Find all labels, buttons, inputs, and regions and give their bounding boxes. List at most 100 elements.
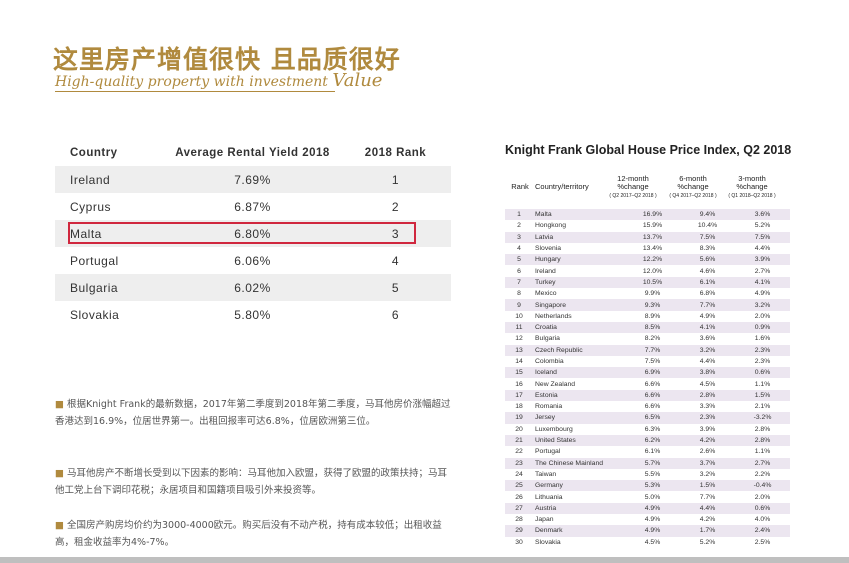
- kf-cell-3m: 2.1%: [754, 403, 771, 411]
- kf-cell-12m: 13.4%: [642, 245, 663, 253]
- kf-cell-6m: 6.8%: [699, 290, 716, 298]
- cell-country: Cyprus: [70, 199, 112, 214]
- header-yield: Average Rental Yield 2018: [175, 147, 330, 159]
- kf-cell-6m: 3.2%: [699, 346, 716, 354]
- table-row: 9 Singapore 9.3% 7.7% 3.2%: [505, 299, 790, 311]
- kf-cell-rank: 22: [515, 448, 523, 456]
- kf-cell-rank: 19: [515, 414, 523, 422]
- kf-cell-rank: 21: [515, 437, 523, 445]
- kf-cell-rank: 29: [515, 527, 523, 535]
- table-row: 20 Luxembourg 6.3% 3.9% 2.8%: [505, 424, 790, 435]
- kf-cell-6m: 2.8%: [699, 391, 716, 399]
- kf-cell-12m: 4.9%: [644, 504, 661, 512]
- kf-cell-rank: 26: [515, 493, 523, 501]
- kf-cell-country: Iceland: [535, 369, 557, 377]
- kf-cell-rank: 2: [517, 222, 521, 230]
- cell-rank: 5: [391, 280, 400, 295]
- kf-cell-12m: 4.9%: [644, 527, 661, 535]
- table-row: 23 The Chinese Mainland 5.7% 3.7% 2.7%: [505, 457, 790, 469]
- table-row: Portugal 6.06% 4: [55, 247, 451, 274]
- kf-cell-3m: 2.0%: [754, 312, 771, 320]
- kf-cell-country: Romania: [535, 403, 563, 411]
- kf-cell-12m: 8.9%: [644, 312, 661, 320]
- kf-cell-3m: 0.6%: [754, 369, 771, 377]
- kf-cell-country: Portugal: [535, 448, 561, 456]
- table-row: Ireland 7.69% 1: [55, 166, 451, 193]
- cell-rank: 2: [391, 199, 400, 214]
- kf-cell-3m: 4.4%: [754, 245, 771, 253]
- kf-header-3m-sub: ( Q1 2018–Q2 2018 ): [728, 193, 776, 199]
- kf-cell-12m: 4.5%: [644, 538, 661, 546]
- kf-cell-6m: 6.1%: [699, 278, 716, 286]
- kf-cell-rank: 27: [515, 504, 523, 512]
- page-subtitle: High-quality property with investment Va…: [55, 70, 382, 91]
- kf-cell-rank: 11: [515, 324, 523, 332]
- cell-rank: 6: [391, 307, 400, 322]
- subtitle-emphasis: Value: [332, 70, 383, 91]
- kf-cell-12m: 6.5%: [644, 414, 661, 422]
- kf-cell-3m: 2.3%: [754, 346, 771, 354]
- kf-cell-country: Malta: [535, 211, 552, 219]
- table-row: Cyprus 6.87% 2: [55, 193, 451, 220]
- table-row: 28 Japan 4.9% 4.2% 4.0%: [505, 514, 790, 525]
- kf-cell-6m: 4.9%: [699, 312, 716, 320]
- kf-cell-12m: 6.6%: [644, 391, 661, 399]
- title-underline: [55, 91, 335, 92]
- kf-cell-rank: 4: [517, 245, 521, 253]
- bullet-text: 根据Knight Frank的最新数据，2017年第二季度到2018年第二季度，…: [55, 399, 451, 427]
- table-row: 17 Estonia 6.6% 2.8% 1.5%: [505, 389, 790, 402]
- kf-cell-country: Ireland: [535, 267, 556, 275]
- kf-cell-country: Japan: [535, 516, 554, 524]
- cell-country: Ireland: [70, 172, 111, 187]
- kf-cell-3m: 3.6%: [754, 211, 771, 219]
- kf-cell-3m: 2.8%: [754, 437, 771, 445]
- kf-cell-6m: 3.2%: [699, 470, 716, 478]
- kf-cell-country: Netherlands: [535, 312, 572, 320]
- kf-cell-country: Slovakia: [535, 538, 561, 546]
- kf-cell-country: Singapore: [535, 301, 566, 309]
- kf-cell-12m: 5.3%: [644, 482, 661, 490]
- kf-cell-6m: 1.7%: [699, 527, 716, 535]
- kf-cell-3m: 1.6%: [754, 335, 771, 343]
- kf-cell-country: Germany: [535, 482, 563, 490]
- kf-cell-12m: 8.5%: [644, 324, 661, 332]
- kf-cell-6m: 8.3%: [699, 245, 716, 253]
- kf-cell-12m: 6.6%: [644, 403, 661, 411]
- kf-index-title: Knight Frank Global House Price Index, Q…: [505, 143, 792, 157]
- cell-yield: 6.06%: [234, 253, 271, 268]
- kf-cell-3m: 1.1%: [754, 448, 771, 456]
- kf-cell-3m: 2.5%: [754, 538, 771, 546]
- table-row: 10 Netherlands 8.9% 4.9% 2.0%: [505, 311, 790, 322]
- table-row: 5 Hungary 12.2% 5.6% 3.9%: [505, 254, 790, 266]
- subtitle-main: High-quality property with investment: [55, 74, 333, 90]
- bottom-bar: [0, 557, 849, 563]
- kf-cell-country: Hongkong: [535, 222, 566, 230]
- table-row: 13 Czech Republic 7.7% 3.2% 2.3%: [505, 344, 790, 356]
- table-row: 14 Colombia 7.5% 4.4% 2.3%: [505, 356, 790, 367]
- kf-cell-3m: 2.0%: [754, 493, 771, 501]
- kf-cell-country: Lithuania: [535, 493, 563, 501]
- table-row: 6 Ireland 12.0% 4.6% 2.7%: [505, 265, 790, 276]
- kf-cell-3m: 1.1%: [754, 380, 771, 388]
- kf-cell-12m: 6.2%: [644, 437, 661, 445]
- kf-cell-rank: 3: [517, 233, 521, 241]
- kf-cell-rank: 18: [515, 403, 523, 411]
- table-row: 11 Croatia 8.5% 4.1% 0.9%: [505, 321, 790, 334]
- kf-cell-3m: 5.2%: [754, 222, 771, 230]
- kf-cell-6m: 9.4%: [699, 211, 716, 219]
- bullet-text: 马耳他房产不断增长受到以下因素的影响：马耳他加入欧盟，获得了欧盟的政策扶持；马耳…: [55, 468, 447, 496]
- kf-cell-rank: 17: [515, 391, 523, 399]
- kf-cell-6m: 5.2%: [699, 538, 716, 546]
- bullet-2: ■ 马耳他房产不断增长受到以下因素的影响：马耳他加入欧盟，获得了欧盟的政策扶持；马…: [55, 465, 455, 499]
- kf-cell-rank: 1: [517, 211, 521, 219]
- bullet-1: ■ 根据Knight Frank的最新数据，2017年第二季度到2018年第二季度…: [55, 396, 455, 430]
- kf-cell-rank: 24: [515, 470, 523, 478]
- cell-country: Portugal: [70, 253, 119, 268]
- kf-cell-6m: 7.5%: [699, 233, 716, 241]
- kf-cell-6m: 3.6%: [699, 335, 716, 343]
- kf-cell-country: Mexico: [535, 290, 557, 298]
- kf-cell-country: New Zealand: [535, 380, 576, 388]
- table-row: 7 Turkey 10.5% 6.1% 4.1%: [505, 276, 790, 289]
- kf-cell-country: Croatia: [535, 324, 557, 332]
- kf-cell-country: Jersey: [535, 414, 556, 422]
